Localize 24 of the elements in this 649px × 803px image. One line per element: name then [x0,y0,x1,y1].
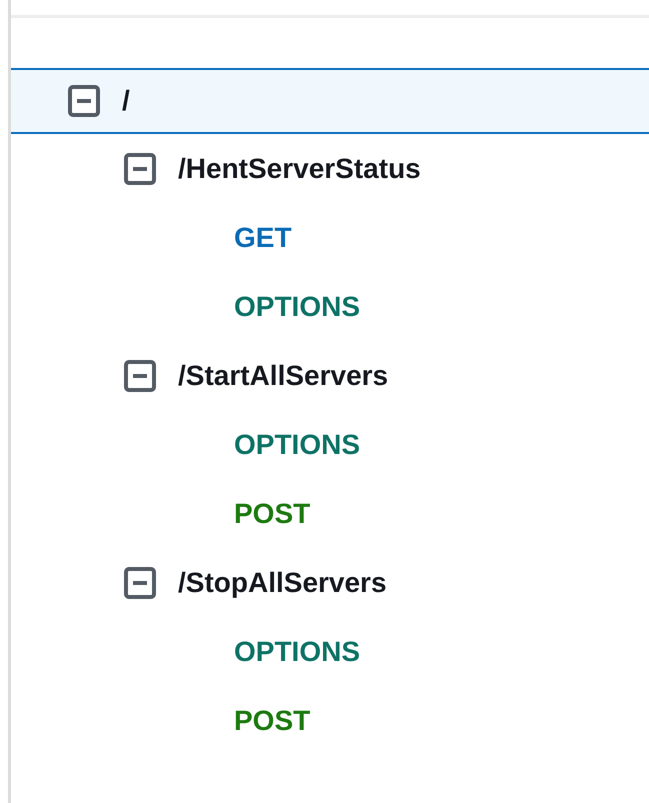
method-label: OPTIONS [234,636,360,668]
collapse-icon[interactable] [124,152,156,184]
resource-path: /StartAllServers [178,360,388,392]
resource-path: / [122,85,130,117]
method-row[interactable]: OPTIONS [11,617,649,686]
method-label: POST [234,498,310,530]
resource-path: /HentServerStatus [178,152,421,184]
method-label: OPTIONS [234,428,360,460]
collapse-icon[interactable] [124,360,156,392]
method-label: OPTIONS [234,290,360,322]
resource-row[interactable]: /HentServerStatus [11,134,649,203]
method-row[interactable]: POST [11,686,649,755]
collapse-icon[interactable] [124,566,156,598]
method-row[interactable]: OPTIONS [11,272,649,341]
method-row[interactable]: POST [11,479,649,548]
resource-row[interactable]: /StopAllServers [11,548,649,617]
method-label: GET [234,222,292,254]
resource-row[interactable]: / [11,68,649,134]
method-row[interactable]: GET [11,203,649,272]
method-row[interactable]: OPTIONS [11,410,649,479]
collapse-icon[interactable] [68,85,100,117]
method-label: POST [234,704,310,736]
resource-path: /StopAllServers [178,566,387,598]
resource-row[interactable]: /StartAllServers [11,341,649,410]
